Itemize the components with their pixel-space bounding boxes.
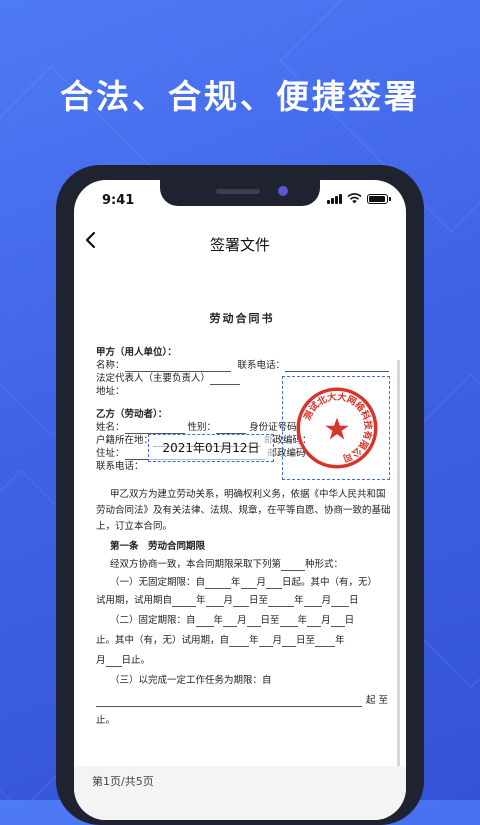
status-time: 9:41 — [102, 193, 135, 208]
headline: 合法、合规、便捷签署 — [60, 77, 420, 116]
article-line: 止。 — [96, 715, 116, 726]
article-line: 起 至 — [96, 694, 388, 707]
paragraph-line: 劳动合同法》及有关法律、法规、规章，在平等自愿、协商一致的基础 — [96, 505, 391, 516]
speaker — [216, 189, 260, 194]
party-a-address-row: 地址： — [96, 386, 125, 397]
article-line: 经双方协商一致，本合同期限采取下列第 种形式： — [110, 559, 344, 571]
document-title: 劳动合同书 — [209, 312, 275, 325]
article-line: （二）固定期限：自年月日至年月日 — [110, 615, 355, 627]
legal-rep-row: 法定代表人（主要负责人） — [96, 372, 241, 385]
article-line: （三）以完成一定工作任务为期限：自 — [110, 675, 272, 686]
party-b-phone-row: 联系电话： — [96, 461, 144, 472]
document-scrollbar[interactable] — [397, 360, 400, 770]
company-seal-icon: 测试北大大网络科技有限公司 — [296, 387, 378, 469]
signal-icon — [327, 193, 342, 204]
footer-bar: 第1页/共5页 — [74, 766, 406, 820]
party-b-heading: 乙方（劳动者）： — [96, 409, 168, 420]
camera — [278, 186, 288, 196]
nav-bar: 签署文件 — [74, 224, 406, 266]
article-line: 月日止。 — [96, 655, 151, 667]
wifi-icon — [347, 193, 362, 204]
document-viewer[interactable]: 劳动合同书 甲方（用人单位）： 名称： 联系电话： 法定代表人（主要负责人） 地… — [74, 268, 406, 770]
paragraph-line: 甲乙双方为建立劳动关系，明确权利义务，依据《中华人民共和国 — [110, 489, 386, 500]
article-line: 止。其中（有，无）试用期，自年月日至年 — [96, 635, 345, 647]
page-title: 签署文件 — [209, 236, 270, 254]
status-icons — [327, 193, 391, 204]
battery-icon — [367, 194, 391, 204]
party-a-name-row: 名称： 联系电话： — [96, 359, 390, 372]
page-indicator: 第1页/共5页 — [92, 775, 154, 788]
article-line: （一）无固定期限：自年月日起。其中（有，无） — [110, 577, 378, 589]
notch — [160, 180, 320, 206]
party-a-heading: 甲方（用人单位）： — [96, 347, 177, 358]
article-heading: 第一条 劳动合同期限 — [110, 541, 206, 552]
seal-field[interactable]: 测试北大大网络科技有限公司 — [282, 376, 390, 480]
date-field[interactable]: 2021年01月12日 — [148, 434, 274, 462]
paragraph-line: 上，订立本合同。 — [96, 521, 173, 532]
party-b-name-row: 姓名： 性别： 身份证号码： — [96, 422, 307, 434]
article-line: 试用期，试用期自年月日至年月日 — [96, 595, 359, 607]
phone-screen: 9:41 签署文件 劳动合同书 甲方（用人单位）： 名称： 联系电话： 法定代表… — [74, 180, 406, 820]
